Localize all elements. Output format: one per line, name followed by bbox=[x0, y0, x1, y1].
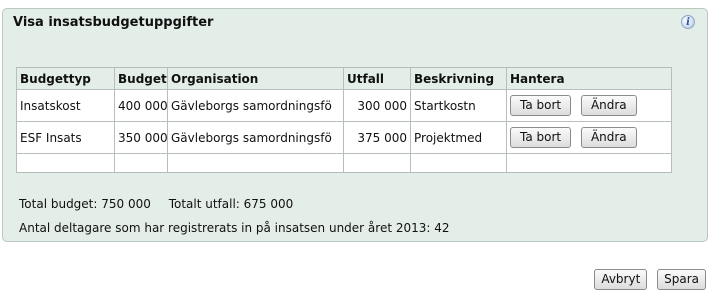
cell-organisation: Gävleborgs samordningsfö bbox=[167, 89, 344, 122]
info-icon[interactable]: i bbox=[681, 15, 695, 29]
totals-line: Total budget: 750 000 Totalt utfall: 675… bbox=[19, 197, 293, 211]
cell-hantera: Ta bort Ändra bbox=[506, 89, 672, 122]
column-header-hantera: Hantera bbox=[506, 67, 672, 90]
cell-organisation: Gävleborgs samordningsfö bbox=[167, 121, 344, 154]
cell-utfall: 300 000 bbox=[343, 89, 411, 122]
panel-title: Visa insatsbudgetuppgifter bbox=[13, 15, 214, 30]
cell-budget: 350 000 bbox=[114, 121, 168, 154]
column-header-utfall: Utfall bbox=[343, 67, 411, 90]
cancel-button[interactable]: Avbryt bbox=[594, 269, 648, 290]
column-header-budgettyp: Budgettyp bbox=[16, 67, 115, 90]
footer-buttons: Avbryt Spara bbox=[594, 269, 706, 290]
table-row: Insatskost 400 000 Gävleborgs samordning… bbox=[16, 89, 672, 122]
cell-budgettyp: Insatskost bbox=[16, 89, 115, 122]
column-header-budget: Budget bbox=[114, 67, 168, 90]
budget-panel: Visa insatsbudgetuppgifter i Budgettyp B… bbox=[2, 8, 708, 242]
budget-table: Budgettyp Budget Organisation Utfall Bes… bbox=[16, 67, 672, 173]
cell-budget: 400 000 bbox=[114, 89, 168, 122]
participants-count: Antal deltagare som har registrerats in … bbox=[19, 221, 450, 235]
delete-button[interactable]: Ta bort bbox=[510, 95, 572, 116]
save-button[interactable]: Spara bbox=[657, 269, 706, 290]
edit-button[interactable]: Ändra bbox=[580, 95, 637, 116]
table-row-empty bbox=[16, 153, 672, 173]
cell-hantera: Ta bort Ändra bbox=[506, 121, 672, 154]
column-header-organisation: Organisation bbox=[167, 67, 344, 90]
edit-button[interactable]: Ändra bbox=[580, 127, 637, 148]
total-budget: Total budget: 750 000 bbox=[19, 197, 151, 211]
cell-beskrivning: Projektmed bbox=[410, 121, 507, 154]
cell-beskrivning: Startkostn bbox=[410, 89, 507, 122]
delete-button[interactable]: Ta bort bbox=[510, 127, 572, 148]
table-row: ESF Insats 350 000 Gävleborgs samordning… bbox=[16, 121, 672, 154]
column-header-beskrivning: Beskrivning bbox=[410, 67, 507, 90]
table-header-row: Budgettyp Budget Organisation Utfall Bes… bbox=[16, 67, 672, 90]
cell-utfall: 375 000 bbox=[343, 121, 411, 154]
total-outcome: Totalt utfall: 675 000 bbox=[168, 197, 294, 211]
cell-budgettyp: ESF Insats bbox=[16, 121, 115, 154]
